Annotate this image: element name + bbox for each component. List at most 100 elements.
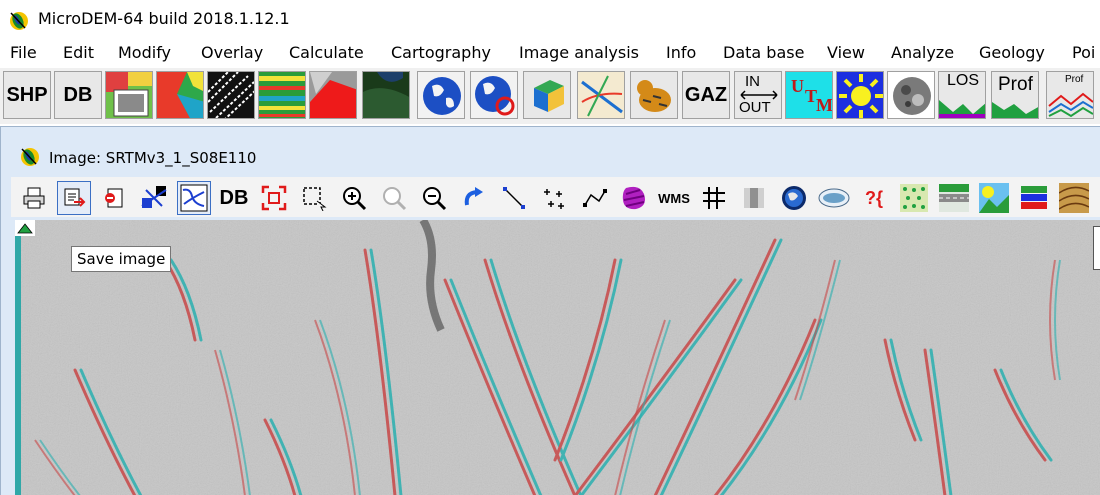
stripes-map-button[interactable] — [258, 71, 306, 119]
scatter-points-icon — [544, 189, 564, 209]
polyline-button[interactable] — [577, 181, 611, 215]
red-image-button[interactable] — [309, 71, 357, 119]
animal-button[interactable] — [630, 71, 678, 119]
gaz-button[interactable]: GAZ — [682, 71, 730, 119]
db-button-small[interactable]: DB — [217, 181, 251, 215]
line-button[interactable] — [497, 181, 531, 215]
globe-button[interactable] — [417, 71, 465, 119]
prof-label: Prof — [998, 74, 1033, 95]
wms-label: WMS — [658, 190, 690, 206]
image-window-title: Image: SRTMv3_1_S08E110 — [49, 149, 257, 167]
road-button[interactable] — [937, 181, 971, 215]
save-image-button[interactable] — [57, 181, 91, 215]
gradient-button[interactable] — [737, 181, 771, 215]
region-blob-icon — [622, 186, 645, 210]
image-map-icon — [106, 72, 152, 118]
utm-button[interactable]: U T M — [785, 71, 833, 119]
image-toolbar: DB WMS ?{ — [11, 177, 1100, 217]
sun-icon — [837, 72, 883, 118]
shp-label: SHP — [6, 84, 48, 106]
select-region-button[interactable] — [297, 181, 331, 215]
redraw-button[interactable] — [457, 181, 491, 215]
los-profile-icon — [939, 100, 985, 118]
globe-red-button[interactable] — [470, 71, 518, 119]
in-label: IN — [745, 73, 760, 90]
shp-button[interactable]: SHP — [3, 71, 51, 119]
image-map-button[interactable] — [105, 71, 153, 119]
zoom-out-icon — [423, 187, 447, 211]
network-icon — [141, 186, 167, 208]
query-button[interactable]: ?{ — [857, 181, 891, 215]
zoom-fit-icon — [261, 185, 287, 211]
main-toolbar: SHP DB GAZ IN OUT U T M LOS Prof Prof — [0, 68, 1100, 124]
elevation-map-button[interactable] — [156, 71, 204, 119]
opengl-button[interactable] — [817, 181, 851, 215]
globe-red-icon — [471, 72, 517, 118]
dots-icon — [900, 184, 928, 212]
menu-data-base[interactable]: Data base — [723, 43, 804, 62]
db-button[interactable]: DB — [54, 71, 102, 119]
image-window-title-bar: Image: SRTMv3_1_S08E110 — [1, 127, 1100, 169]
in-out-button[interactable]: IN OUT — [734, 71, 782, 119]
moon-button[interactable] — [887, 71, 935, 119]
network-button[interactable] — [137, 181, 171, 215]
zoom-out-button[interactable] — [417, 181, 451, 215]
print-icon — [23, 187, 45, 209]
draw-map-button[interactable] — [177, 181, 211, 215]
sun-map-icon — [979, 183, 1009, 213]
sun-button[interactable] — [836, 71, 884, 119]
image-window: Image: SRTMv3_1_S08E110 DB WMS ?{Save i… — [0, 126, 1100, 495]
menu-poi[interactable]: Poi — [1072, 43, 1095, 62]
region-blob-button[interactable] — [617, 181, 651, 215]
menu-file[interactable]: File — [10, 43, 37, 62]
earth-button[interactable] — [777, 181, 811, 215]
prof-small-button[interactable]: Prof — [1046, 71, 1094, 119]
right-panel-handle[interactable] — [1093, 226, 1100, 270]
menu-image-analysis[interactable]: Image analysis — [519, 43, 639, 62]
los-label: LOS — [947, 72, 980, 89]
app-title: MicroDEM-64 build 2018.1.12.1 — [38, 9, 290, 28]
color-bars-icon — [1021, 186, 1047, 209]
zoom-disabled-button[interactable] — [377, 181, 411, 215]
sun-map-button[interactable] — [977, 181, 1011, 215]
texture-map-button[interactable] — [207, 71, 255, 119]
menu-analyze[interactable]: Analyze — [891, 43, 954, 62]
contour-map-button[interactable] — [1057, 181, 1091, 215]
menu-edit[interactable]: Edit — [63, 43, 94, 62]
menu-info[interactable]: Info — [666, 43, 696, 62]
dots-button[interactable] — [897, 181, 931, 215]
polyline-icon — [583, 189, 607, 207]
scatter-points-button[interactable] — [537, 181, 571, 215]
stripes-map-icon — [259, 72, 305, 118]
draw-map-icon — [180, 184, 208, 212]
menu-cartography[interactable]: Cartography — [391, 43, 491, 62]
menu-modify[interactable]: Modify — [118, 43, 171, 62]
route-map-button[interactable] — [577, 71, 625, 119]
satellite-image-button[interactable] — [362, 71, 410, 119]
grid-button[interactable] — [697, 181, 731, 215]
north-arrow-icon[interactable] — [15, 220, 35, 236]
menu-geology[interactable]: Geology — [979, 43, 1045, 62]
prof-profile-icon — [992, 102, 1038, 118]
db-label: DB — [63, 84, 93, 106]
los-button[interactable]: LOS — [938, 71, 986, 119]
gaz-label: GAZ — [684, 84, 728, 106]
menu-view[interactable]: View — [827, 43, 865, 62]
contour-map-icon — [1059, 183, 1089, 213]
zoom-fit-button[interactable] — [257, 181, 291, 215]
texture-map-icon — [208, 72, 254, 118]
color-bars-button[interactable] — [1017, 181, 1051, 215]
menu-bar: File Edit Modify Overlay Calculate Carto… — [0, 38, 1100, 68]
menu-calculate[interactable]: Calculate — [289, 43, 364, 62]
microdem-logo-icon — [10, 12, 28, 30]
print-button[interactable] — [17, 181, 51, 215]
menu-overlay[interactable]: Overlay — [201, 43, 263, 62]
wms-button[interactable]: WMS — [657, 181, 691, 215]
cube-3d-button[interactable] — [523, 71, 571, 119]
zoom-in-button[interactable] — [337, 181, 371, 215]
export-button[interactable] — [97, 181, 131, 215]
route-map-icon — [578, 72, 624, 118]
export-icon — [105, 188, 123, 208]
map-canvas[interactable]: Save image — [15, 220, 1100, 495]
prof-button[interactable]: Prof — [991, 71, 1039, 119]
